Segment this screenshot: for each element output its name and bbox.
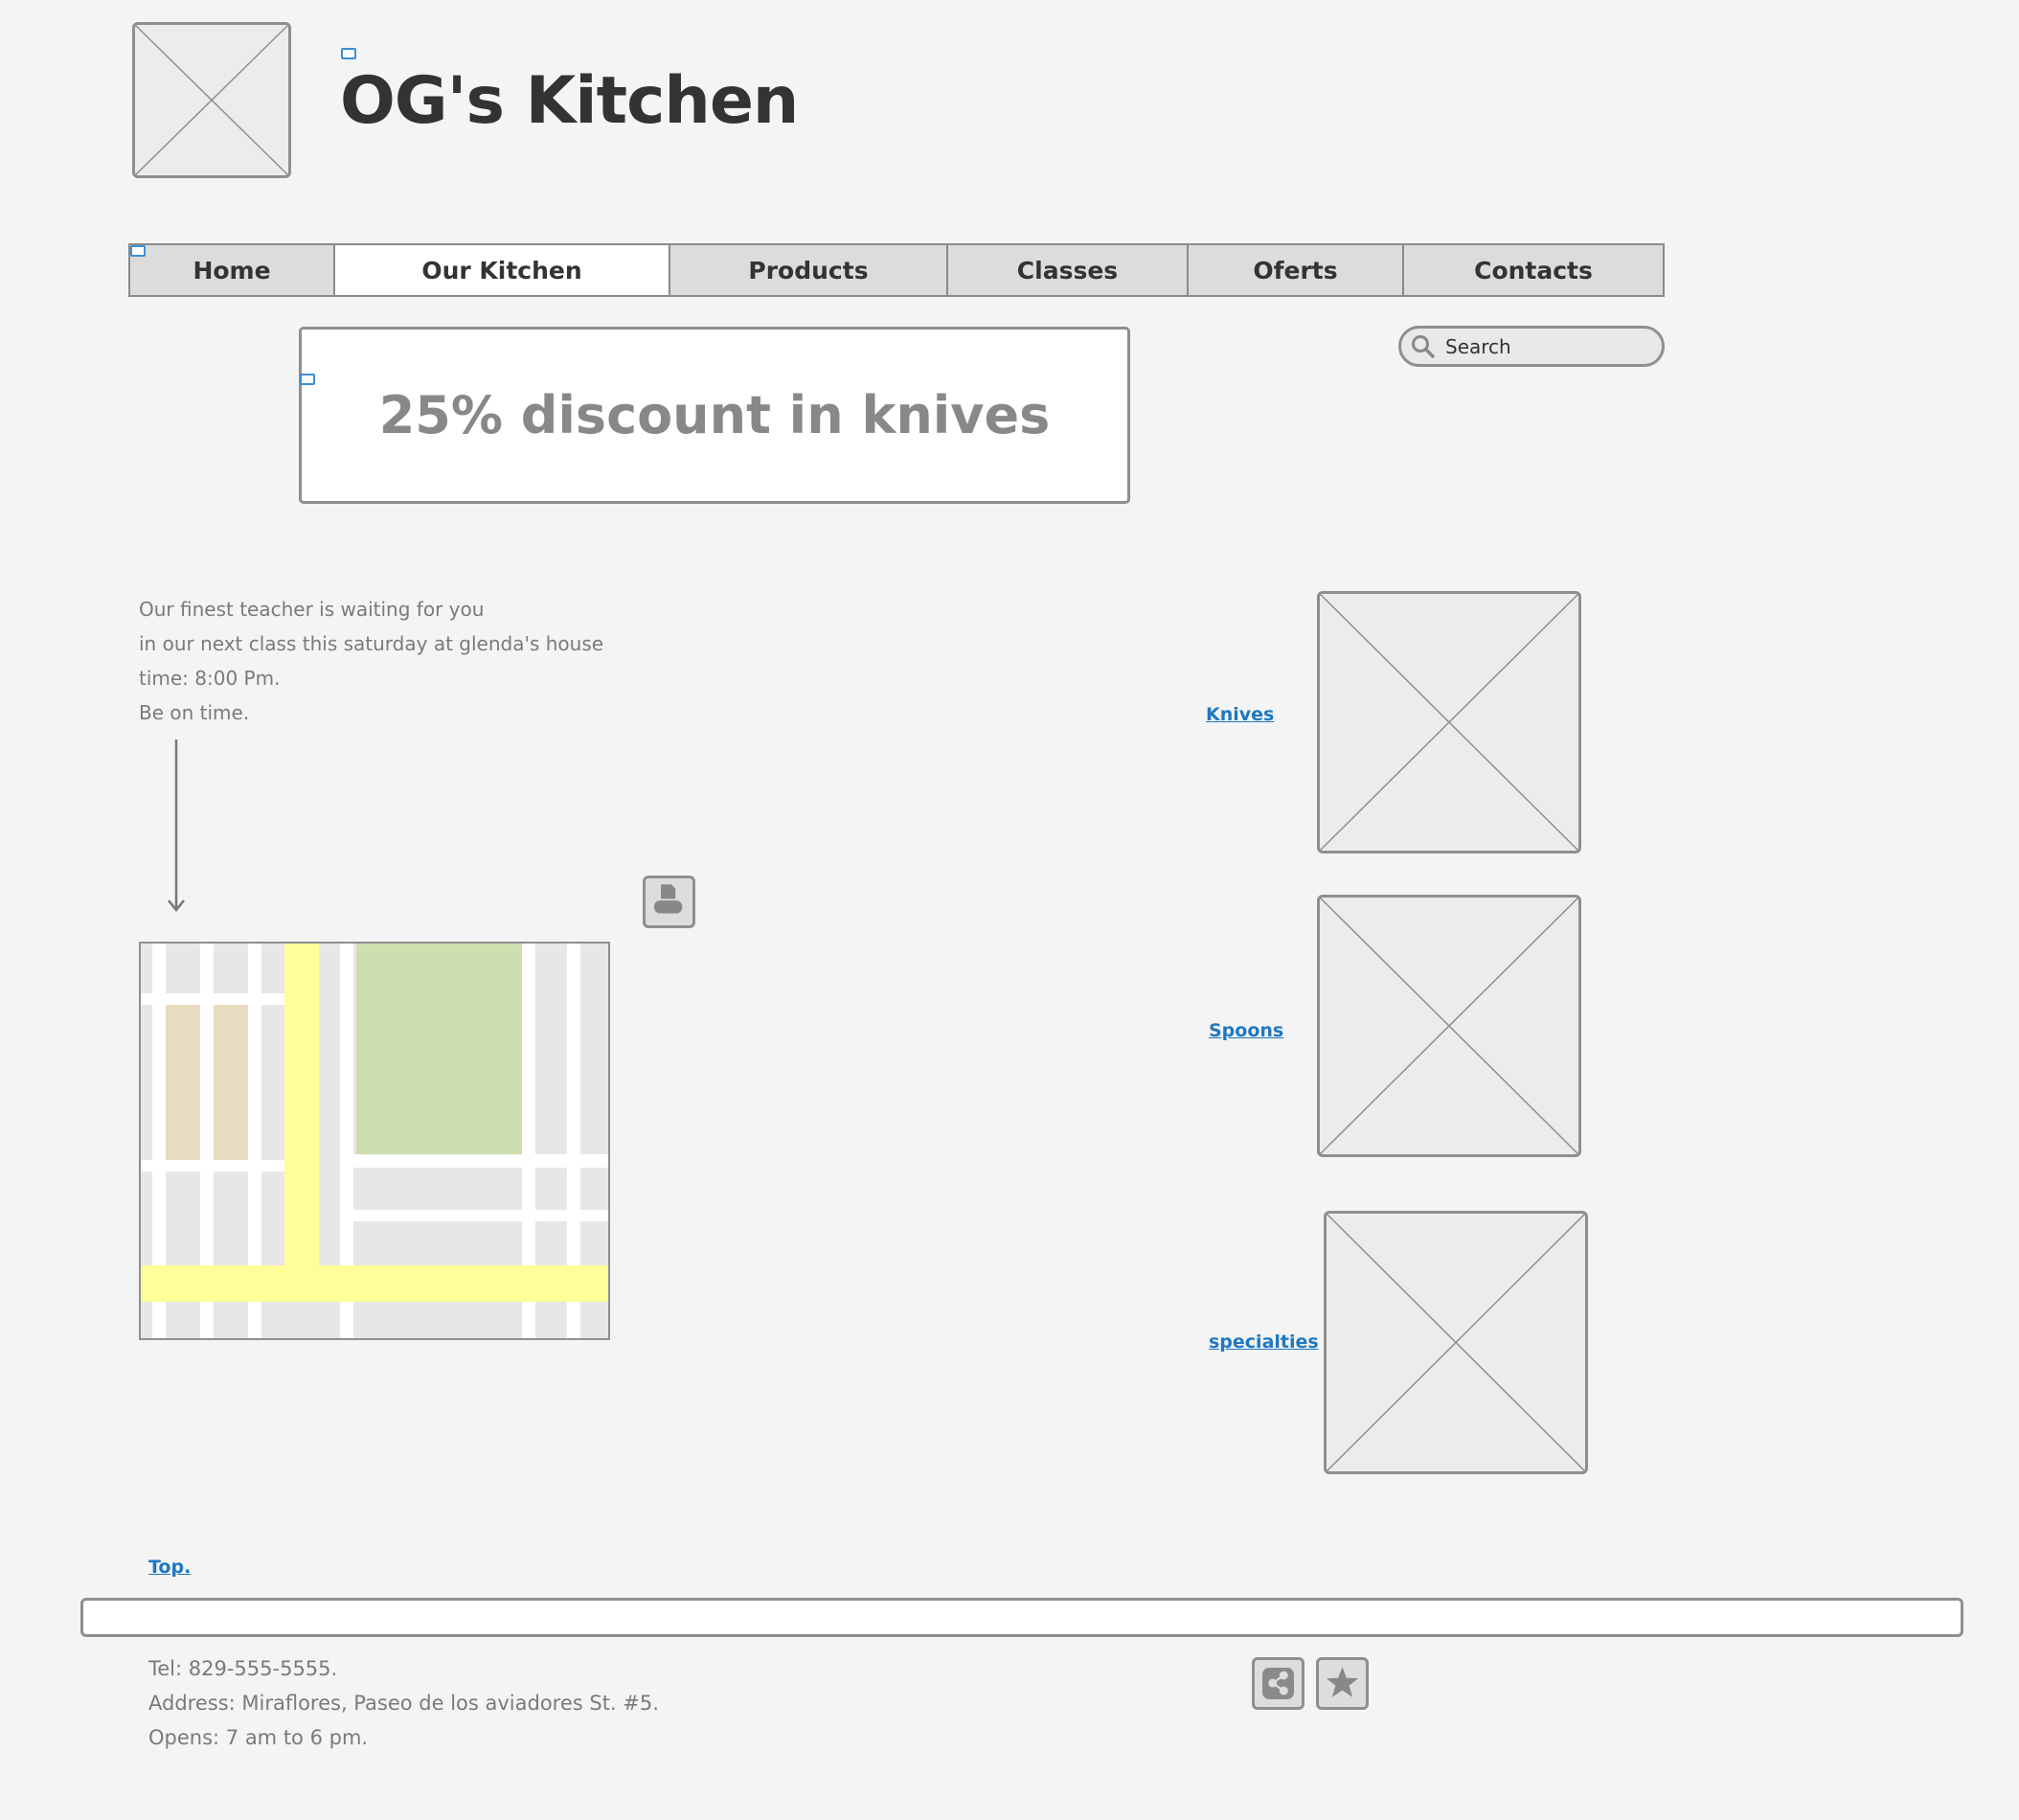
footer-hours: Opens: 7 am to 6 pm.: [148, 1726, 369, 1749]
category-link-spoons[interactable]: Spoons: [1209, 1020, 1283, 1041]
footer-address: Address: Miraflores, Paseo de los aviado…: [148, 1692, 659, 1715]
location-map[interactable]: [139, 942, 610, 1340]
category-link-knives[interactable]: Knives: [1206, 704, 1274, 725]
class-info-line: in our next class this saturday at glend…: [139, 632, 604, 655]
favorite-button[interactable]: [1316, 1657, 1369, 1710]
share-icon: [1262, 1668, 1294, 1699]
down-arrow-icon: [168, 739, 185, 913]
link-marker-icon[interactable]: [300, 374, 315, 385]
logo-image: [132, 22, 291, 178]
tab-oferts[interactable]: Oferts: [1189, 245, 1404, 295]
promo-banner[interactable]: 25% discount in knives: [299, 327, 1130, 504]
footer-contact-info: Tel: 829-555-5555. Address: Miraflores, …: [148, 1651, 659, 1755]
class-info-line: Be on time.: [139, 701, 250, 724]
tab-home[interactable]: Home: [130, 245, 335, 295]
search-input[interactable]: [1445, 334, 1637, 358]
category-link-specialties[interactable]: specialties: [1209, 1331, 1319, 1353]
tab-our-kitchen[interactable]: Our Kitchen: [335, 245, 670, 295]
tab-classes[interactable]: Classes: [948, 245, 1189, 295]
search-box[interactable]: [1398, 326, 1665, 367]
printer-icon: [653, 884, 683, 914]
tab-products[interactable]: Products: [670, 245, 948, 295]
search-icon: [1412, 334, 1435, 358]
footer-bar: [80, 1598, 1963, 1637]
category-image-spoons[interactable]: [1317, 895, 1581, 1157]
top-link[interactable]: Top.: [148, 1557, 191, 1578]
category-image-specialties[interactable]: [1324, 1211, 1588, 1474]
class-info-line: Our finest teacher is waiting for you: [139, 598, 485, 621]
link-marker-icon[interactable]: [130, 245, 146, 257]
promo-banner-text: 25% discount in knives: [378, 385, 1051, 445]
category-image-knives[interactable]: [1317, 591, 1581, 853]
class-info-line: time: 8:00 Pm.: [139, 667, 281, 690]
share-button[interactable]: [1252, 1657, 1304, 1710]
footer-tel: Tel: 829-555-5555.: [148, 1657, 338, 1680]
tab-contacts[interactable]: Contacts: [1404, 245, 1663, 295]
class-info: Our finest teacher is waiting for you in…: [139, 592, 603, 730]
print-button[interactable]: [643, 876, 695, 928]
main-nav: Home Our Kitchen Products Classes Oferts…: [128, 243, 1665, 297]
link-marker-icon[interactable]: [341, 48, 356, 59]
site-title: OG's Kitchen: [340, 63, 799, 139]
star-icon: [1327, 1667, 1358, 1697]
